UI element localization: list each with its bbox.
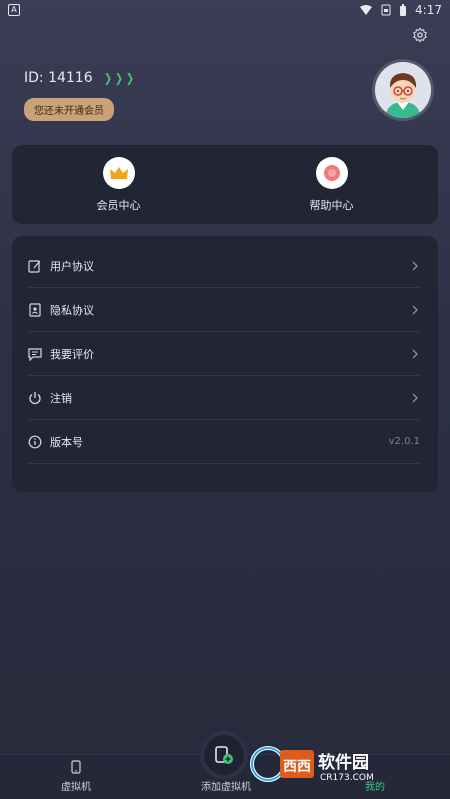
user-id-row[interactable]: ID: 14116 ❯ ❯ ❯ xyxy=(24,70,135,86)
clock: 4:17 xyxy=(415,3,442,17)
shortcut-card: 会员中心 帮助中心 xyxy=(12,145,438,224)
crown-icon xyxy=(102,156,135,189)
tab-vm-label: 虚拟机 xyxy=(61,782,91,793)
watermark-logo: 西西 软件园 CR173.COM xyxy=(250,742,432,786)
menu-item-version: 版本号 v2.0.1 xyxy=(28,420,420,464)
info-icon xyxy=(28,435,42,448)
menu-item-label: 隐私协议 xyxy=(50,303,94,317)
chevron-right-icon xyxy=(412,261,418,270)
notification-a-icon: A xyxy=(8,4,20,16)
avatar-illustration xyxy=(375,62,431,118)
avatar[interactable] xyxy=(375,62,431,118)
status-left: A xyxy=(8,4,20,16)
help-center-item[interactable]: 帮助中心 xyxy=(225,145,438,224)
chevron-right-icon xyxy=(412,393,418,402)
svg-text:软件园: 软件园 xyxy=(318,752,369,773)
chevron-right-icon xyxy=(412,305,418,314)
comment-icon xyxy=(28,347,42,361)
menu-item-label: 用户协议 xyxy=(50,259,94,273)
add-vm-icon xyxy=(215,746,233,764)
tab-vm[interactable]: 虚拟机 xyxy=(52,760,100,793)
tab-add-vm[interactable]: 添加虚拟机 xyxy=(196,778,256,793)
svg-text:西西: 西西 xyxy=(283,759,311,775)
menu-item-user-agreement[interactable]: 用户协议 xyxy=(28,244,420,288)
help-center-label: 帮助中心 xyxy=(309,198,354,212)
sim-icon xyxy=(381,4,391,16)
chevron-right-icon: ❯ ❯ ❯ xyxy=(103,71,134,85)
add-vm-button[interactable] xyxy=(204,735,244,775)
vip-center-label: 会员中心 xyxy=(96,198,141,212)
menu-item-rate[interactable]: 我要评价 xyxy=(28,332,420,376)
wifi-icon xyxy=(360,5,373,15)
chevron-right-icon xyxy=(412,349,418,358)
power-icon xyxy=(29,391,41,404)
settings-menu-card: 用户协议 隐私协议 我要评价 注销 版本号 v2.0.1 xyxy=(12,236,438,492)
menu-item-label: 版本号 xyxy=(50,435,83,449)
menu-item-privacy[interactable]: 隐私协议 xyxy=(28,288,420,332)
vip-center-item[interactable]: 会员中心 xyxy=(12,145,225,224)
version-value: v2.0.1 xyxy=(388,436,420,447)
menu-item-label: 我要评价 xyxy=(50,347,94,361)
member-status-badge[interactable]: 您还未开通会员 xyxy=(24,98,114,121)
gear-icon[interactable] xyxy=(412,27,428,43)
user-id: ID: 14116 xyxy=(24,70,93,86)
phone-icon xyxy=(71,760,81,774)
battery-icon xyxy=(400,3,407,16)
menu-item-label: 注销 xyxy=(50,391,72,405)
help-icon xyxy=(315,156,348,189)
privacy-icon xyxy=(29,302,41,317)
status-right: 4:17 xyxy=(359,3,442,17)
profile-section: ID: 14116 ❯ ❯ ❯ 您还未开通会员 xyxy=(24,70,135,121)
svg-text:CR173.COM: CR173.COM xyxy=(320,773,374,783)
tab-add-vm-label: 添加虚拟机 xyxy=(201,782,251,793)
edit-icon xyxy=(28,259,41,273)
menu-item-logout[interactable]: 注销 xyxy=(28,376,420,420)
status-bar: A 4:17 xyxy=(0,0,450,20)
